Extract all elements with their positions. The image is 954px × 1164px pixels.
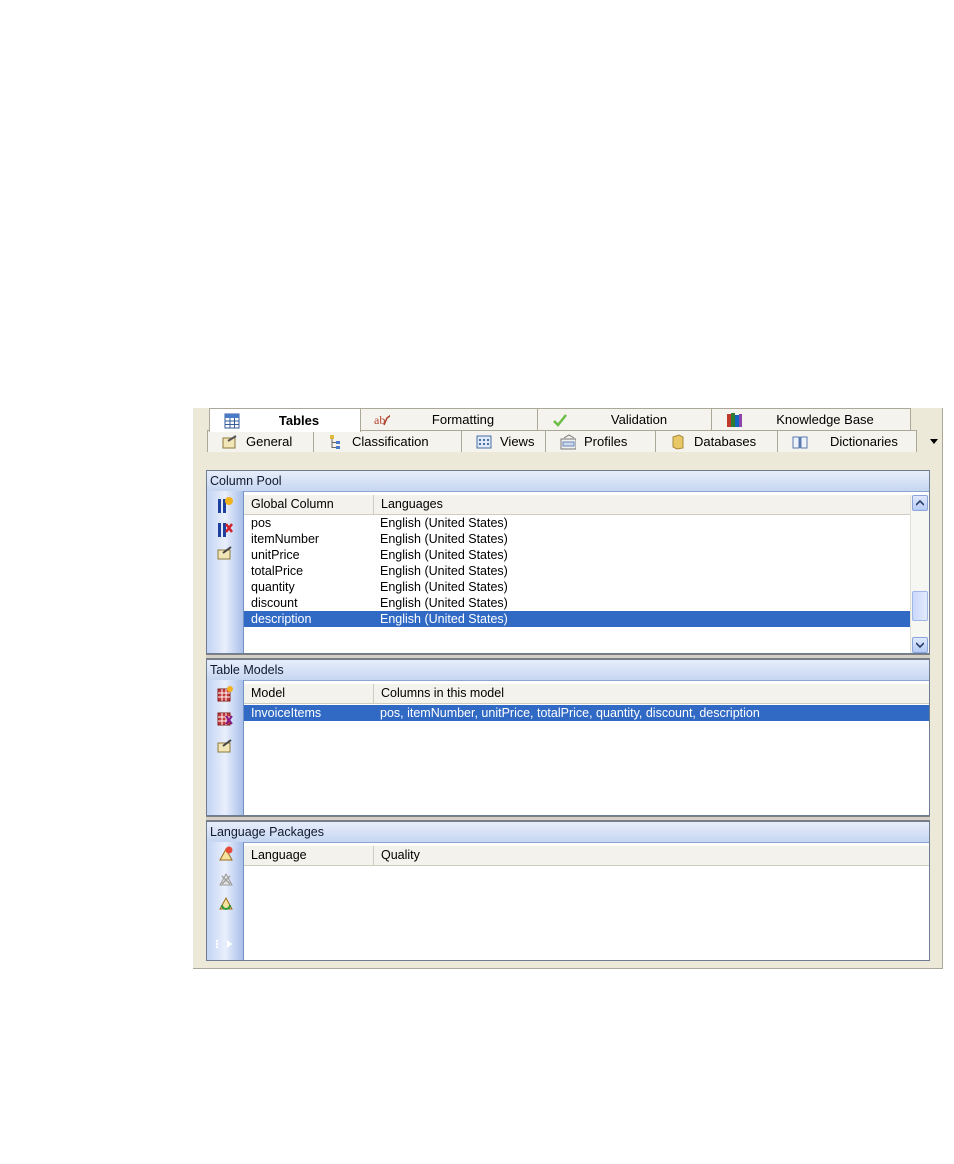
language-packages-title: Language Packages xyxy=(207,822,929,843)
refresh-language-icon[interactable] xyxy=(217,896,233,912)
book-icon xyxy=(792,434,808,450)
table-row[interactable]: discount English (United States) xyxy=(244,595,911,611)
tab-dictionaries[interactable]: Dictionaries xyxy=(777,430,917,452)
column-pool-toolbar xyxy=(207,491,244,653)
add-language-icon[interactable] xyxy=(217,846,233,863)
tab-validation[interactable]: Validation xyxy=(537,408,713,430)
books-icon xyxy=(726,412,742,428)
more-options-icon[interactable] xyxy=(213,936,237,952)
column-pool-grid: Global Column Languages pos English (Unit… xyxy=(244,491,929,653)
properties-icon xyxy=(222,434,238,450)
language-packages-panel: Language Packages Language Quality xyxy=(206,821,930,961)
tab-databases-label: Databases xyxy=(694,434,757,449)
column-pool-header: Global Column Languages xyxy=(244,495,929,515)
header-quality[interactable]: Quality xyxy=(374,846,929,865)
table-row[interactable]: itemNumber English (United States) xyxy=(244,531,911,547)
svg-text:ab: ab xyxy=(374,413,385,427)
tab-general[interactable]: General xyxy=(207,430,315,452)
column-pool-title: Column Pool xyxy=(207,471,929,492)
tree-icon xyxy=(328,434,344,450)
tab-views[interactable]: Views xyxy=(461,430,547,452)
add-column-icon[interactable] xyxy=(217,497,233,513)
tab-classification[interactable]: Classification xyxy=(313,430,463,452)
tab-views-label: Views xyxy=(500,434,535,449)
tab-overflow-dropdown[interactable] xyxy=(928,434,940,448)
column-pool-rows: pos English (United States) itemNumber Eng… xyxy=(244,515,929,627)
chevron-down-icon xyxy=(930,439,938,444)
remove-language-icon[interactable] xyxy=(217,872,233,888)
tab-general-label: General xyxy=(246,434,293,449)
table-models-title: Table Models xyxy=(207,660,929,681)
table-row[interactable]: totalPrice English (United States) xyxy=(244,563,911,579)
language-packages-toolbar xyxy=(207,842,244,960)
tab-databases[interactable]: Databases xyxy=(655,430,779,452)
language-packages-grid: Language Quality xyxy=(244,842,929,960)
delete-column-icon[interactable] xyxy=(217,521,233,537)
profile-icon xyxy=(560,433,576,450)
add-model-icon[interactable] xyxy=(217,686,233,702)
edit-model-icon[interactable] xyxy=(217,738,233,754)
tab-profiles-label: Profiles xyxy=(584,434,628,449)
tab-tables[interactable]: Tables xyxy=(209,408,361,432)
language-packages-header: Language Quality xyxy=(244,846,929,866)
chevron-down-icon xyxy=(916,642,924,648)
column-pool-scrollbar[interactable] xyxy=(910,495,929,653)
table-models-toolbar xyxy=(207,680,244,815)
tab-formatting-label: Formatting xyxy=(431,412,495,427)
table-row[interactable]: pos English (United States) xyxy=(244,515,911,531)
spelling-icon: ab xyxy=(374,412,390,428)
tab-row-secondary: General Classification Views Profiles Da… xyxy=(193,430,933,452)
table-row-selected[interactable]: InvoiceItems pos, itemNumber, unitPrice,… xyxy=(244,705,929,721)
tab-knowledge-base[interactable]: Knowledge Base xyxy=(711,408,911,430)
header-language[interactable]: Language xyxy=(244,846,374,865)
scroll-up-button[interactable] xyxy=(912,495,928,511)
tab-formatting[interactable]: ab Formatting xyxy=(359,408,539,430)
database-icon xyxy=(670,433,686,450)
header-languages[interactable]: Languages xyxy=(374,495,929,514)
delete-model-icon[interactable] xyxy=(217,710,233,726)
chevron-up-icon xyxy=(916,500,924,506)
table-models-grid: Model Columns in this model InvoiceItems… xyxy=(244,680,929,815)
table-models-header: Model Columns in this model xyxy=(244,684,929,704)
grid-view-icon xyxy=(476,434,492,450)
scroll-down-button[interactable] xyxy=(912,637,928,653)
table-row[interactable]: quantity English (United States) xyxy=(244,579,911,595)
header-global-column[interactable]: Global Column xyxy=(244,495,374,514)
edit-column-icon[interactable] xyxy=(217,545,233,561)
tab-knowledge-base-label: Knowledge Base xyxy=(776,412,874,427)
properties-window: Tables ab Formatting Validation Knowledg… xyxy=(193,408,943,969)
table-models-panel: Table Models Model Columns in this model xyxy=(206,659,930,816)
tab-row-primary: Tables ab Formatting Validation Knowledg… xyxy=(199,408,911,432)
tab-dictionaries-label: Dictionaries xyxy=(830,434,898,449)
table-row[interactable]: unitPrice English (United States) xyxy=(244,547,911,563)
column-pool-panel: Column Pool Global Column Languages pos … xyxy=(206,470,930,654)
tab-classification-label: Classification xyxy=(352,434,429,449)
table-row-selected[interactable]: description English (United States) xyxy=(244,611,911,627)
header-columns-in-model[interactable]: Columns in this model xyxy=(374,684,929,703)
tab-validation-label: Validation xyxy=(610,412,668,427)
tab-tables-label: Tables xyxy=(278,413,320,428)
table-icon xyxy=(224,413,240,429)
scroll-thumb[interactable] xyxy=(912,591,928,621)
checkmark-icon xyxy=(552,412,568,428)
header-model[interactable]: Model xyxy=(244,684,374,703)
tab-profiles[interactable]: Profiles xyxy=(545,430,657,452)
